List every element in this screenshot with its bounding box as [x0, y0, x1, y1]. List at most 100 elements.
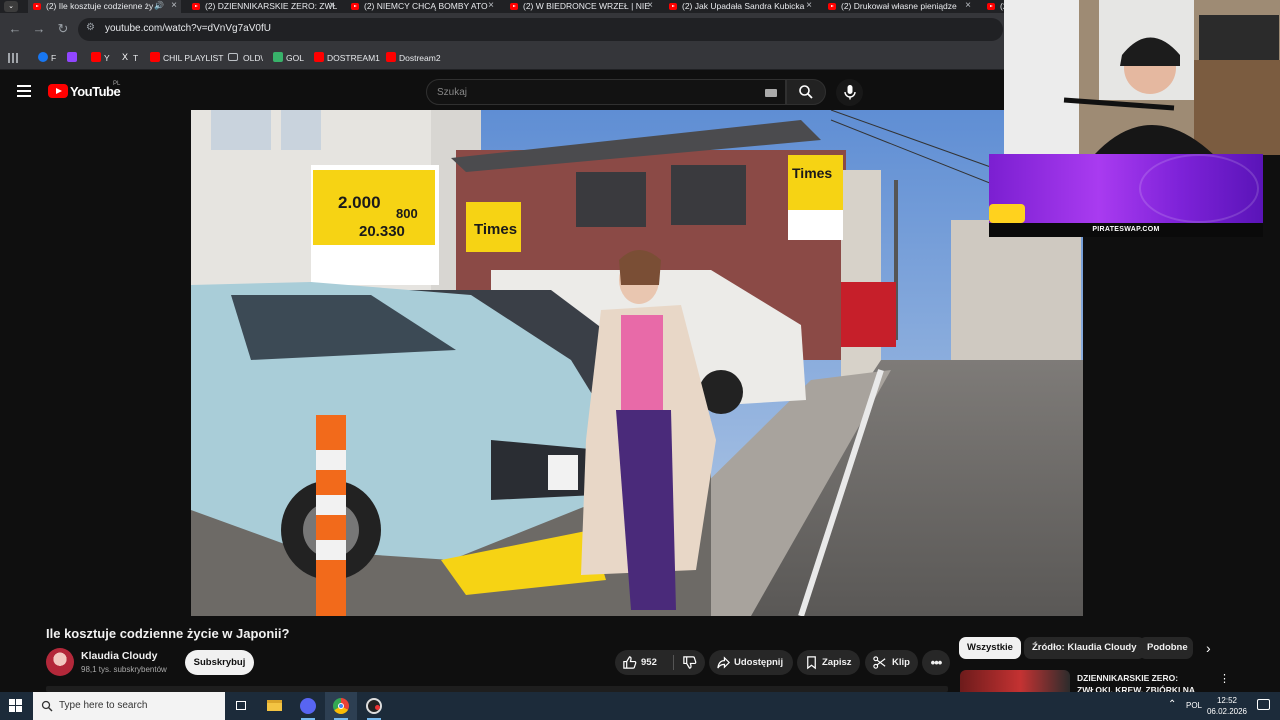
search-icon	[41, 700, 53, 712]
tab-list-icon[interactable]: ⌄	[4, 1, 18, 12]
chip-all[interactable]: Wszystkie	[959, 637, 1021, 659]
subscriber-count: 98,1 tys. subskrybentów	[81, 665, 167, 674]
bookmark-item[interactable]: Dostream2	[386, 52, 441, 63]
like-button[interactable]: 952	[615, 650, 673, 675]
youtube-favicon-icon	[828, 3, 836, 10]
share-icon	[717, 656, 730, 669]
taskbar-search-input[interactable]: Type here to search	[33, 692, 225, 720]
facebook-icon	[38, 52, 48, 62]
browser-tab[interactable]: (2) W BIEDRONCE WRZEŁ | NIE ×	[505, 0, 657, 13]
microphone-icon	[844, 85, 856, 100]
like-dislike-group: 952	[615, 650, 705, 675]
close-tab-icon[interactable]: ×	[647, 0, 653, 12]
keyboard-icon[interactable]	[765, 89, 777, 97]
bookmark-item[interactable]: XT	[120, 52, 138, 63]
price-sign-text: 2.000	[338, 193, 381, 212]
back-icon[interactable]: ←	[7, 21, 23, 37]
browser-tab[interactable]: (2) Ile kosztuje codzienne ży 🔊 ×	[28, 0, 181, 13]
chip-related[interactable]: Podobne	[1139, 637, 1193, 659]
youtube-icon	[150, 52, 160, 62]
site-info-icon[interactable]: ⚙	[86, 22, 95, 33]
video-title: Ile kosztuje codzienne życie w Japonii?	[46, 626, 290, 641]
youtube-favicon-icon	[669, 3, 677, 10]
scissors-icon	[873, 656, 886, 669]
like-count: 952	[641, 657, 657, 668]
subscribe-button[interactable]: Subskrybuj	[185, 650, 254, 675]
x-icon: X	[120, 52, 130, 62]
recommended-video-title[interactable]: DZIENNIKARSKIE ZERO: ZWŁOKI, KREW, ZBIÓR…	[1077, 672, 1207, 692]
more-vertical-icon[interactable]: ⋮	[1219, 672, 1230, 685]
dislike-button[interactable]	[674, 650, 705, 675]
clip-button[interactable]: Klip	[865, 650, 918, 675]
reload-icon[interactable]: ↻	[55, 21, 71, 37]
thumbs-down-icon	[683, 656, 697, 669]
youtube-favicon-icon	[351, 3, 359, 10]
streamer-webcam-overlay	[1004, 0, 1280, 155]
youtube-icon	[386, 52, 396, 62]
speaker-icon: 🔊	[154, 1, 164, 10]
recommended-video-thumbnail[interactable]	[960, 670, 1070, 692]
file-explorer-icon[interactable]	[258, 692, 290, 720]
promo-graphic	[989, 154, 1263, 223]
apps-grid-icon[interactable]	[8, 53, 18, 63]
input-language-indicator[interactable]: POL	[1186, 701, 1202, 710]
folder-icon	[228, 53, 238, 61]
forward-icon[interactable]: →	[31, 21, 47, 37]
chrome-app-icon[interactable]	[325, 692, 357, 720]
chip-from-channel[interactable]: Źródło: Klaudia Cloudy	[1024, 637, 1145, 659]
close-tab-icon[interactable]: ×	[965, 0, 971, 12]
video-frame-street-scene: 2.000 800 20.330 Times Times	[191, 110, 1083, 616]
close-tab-icon[interactable]: ×	[329, 0, 335, 12]
system-clock[interactable]: 12:52 06.02.2026	[1205, 695, 1249, 717]
twitch-icon	[67, 52, 77, 62]
search-button[interactable]	[786, 79, 826, 105]
url-text: youtube.com/watch?v=dVnVg7aV0fU	[105, 23, 271, 34]
gol-icon	[273, 52, 283, 62]
search-icon	[799, 85, 813, 99]
save-button[interactable]: Zapisz	[797, 650, 860, 675]
video-player[interactable]: 2.000 800 20.330 Times Times	[191, 110, 1083, 616]
bookmark-icon	[807, 656, 816, 670]
browser-tab[interactable]: (2) Drukował własne pieniądze ×	[823, 0, 975, 13]
browser-tab[interactable]: (2) DZIENNIKARSKIE ZERO: ZWŁ ×	[187, 0, 339, 13]
youtube-icon	[91, 52, 101, 62]
task-view-icon[interactable]	[225, 692, 257, 720]
bookmark-item[interactable]: OLD\	[228, 53, 263, 63]
chevron-right-icon[interactable]: ›	[1206, 640, 1211, 656]
windows-taskbar: Type here to search ⌃ POL 12:52 06.02.20…	[0, 692, 1280, 720]
clock-date: 06.02.2026	[1206, 707, 1248, 716]
close-tab-icon[interactable]: ×	[488, 0, 494, 12]
windows-start-icon[interactable]	[9, 699, 22, 712]
times-sign-text: Times	[474, 221, 517, 238]
obs-app-icon[interactable]	[358, 692, 390, 720]
more-horizontal-icon: •••	[930, 655, 943, 670]
browser-tab[interactable]: (2) Jak Upadała Sandra Kubicka ×	[664, 0, 816, 13]
share-button[interactable]: Udostępnij	[709, 650, 793, 675]
sponsor-promo-banner: PIRATESWAP.COM	[989, 154, 1263, 237]
notification-icon[interactable]	[1257, 699, 1270, 710]
youtube-favicon-icon	[192, 3, 200, 10]
youtube-play-icon	[48, 84, 68, 98]
bookmark-item[interactable]: F	[38, 52, 56, 63]
svg-text:Times: Times	[792, 165, 832, 181]
youtube-favicon-icon	[33, 3, 41, 10]
bookmark-item[interactable]: GOL	[273, 52, 304, 63]
youtube-favicon-icon	[510, 3, 518, 10]
channel-avatar[interactable]	[46, 648, 74, 676]
discord-app-icon[interactable]	[292, 692, 324, 720]
close-tab-icon[interactable]: ×	[171, 0, 177, 12]
tray-chevron-up-icon[interactable]: ⌃	[1168, 699, 1176, 710]
channel-name[interactable]: Klaudia Cloudy	[81, 650, 157, 662]
address-bar[interactable]: ⚙ youtube.com/watch?v=dVnVg7aV0fU	[78, 18, 1003, 41]
browser-tab[interactable]: (2) NIEMCY CHCĄ BOMBY ATO ×	[346, 0, 498, 13]
bookmark-item[interactable]: CHIL PLAYLIST	[150, 52, 223, 63]
close-tab-icon[interactable]: ×	[806, 0, 812, 12]
bookmark-item[interactable]: Y	[91, 52, 110, 63]
voice-search-button[interactable]	[836, 79, 863, 106]
more-actions-button[interactable]: •••	[922, 650, 950, 675]
bookmark-item[interactable]: DOSTREAM1	[314, 52, 380, 63]
menu-icon[interactable]	[17, 85, 31, 97]
clock-time: 12:52	[1216, 696, 1238, 705]
search-input[interactable]: Szukaj	[426, 79, 786, 105]
svg-text:20.330: 20.330	[359, 223, 405, 240]
